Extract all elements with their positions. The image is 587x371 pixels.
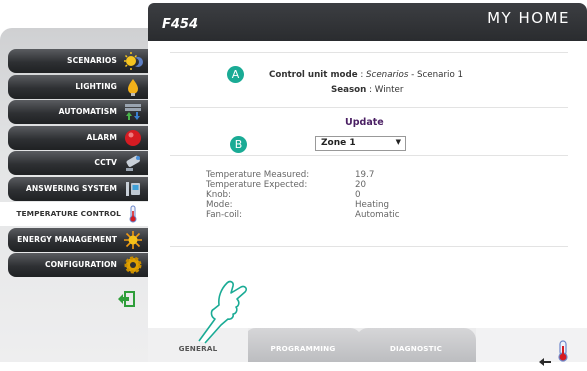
reading-value: 0 xyxy=(355,190,361,200)
reading-label: Temperature Expected: xyxy=(206,180,308,190)
tab-diagnostic[interactable]: DIAGNOSTIC xyxy=(356,328,476,362)
menu-item-cctv[interactable]: CCTV xyxy=(8,151,153,175)
scenarios-sun-icon xyxy=(123,51,143,71)
update-title[interactable]: Update xyxy=(345,117,384,128)
control-mode-value: Scenarios xyxy=(366,70,409,80)
control-mode-scenario: - Scenario 1 xyxy=(408,70,464,80)
thermometer-icon xyxy=(552,340,574,362)
control-mode-label: Control unit mode xyxy=(269,70,358,80)
callout-marker-b: B xyxy=(230,136,247,153)
menu-item-label: LIGHTING xyxy=(75,81,117,91)
season-info: Season : Winter xyxy=(331,85,404,95)
menu-item-label: ENERGY MANAGEMENT xyxy=(17,234,117,244)
divider xyxy=(170,52,568,53)
alarm-icon xyxy=(123,128,143,148)
main-menu: SCENARIOS LIGHTING AUTOMATISM ALARM CCTV… xyxy=(0,49,153,279)
chevron-down-icon: ▼ xyxy=(395,138,401,146)
reading-label: Temperature Measured: xyxy=(206,170,310,180)
zone-select[interactable]: Zone 1 ▼ xyxy=(315,136,406,151)
menu-item-answering-system[interactable]: ANSWERING SYSTEM xyxy=(8,176,153,201)
menu-item-label: ANSWERING SYSTEM xyxy=(25,183,117,193)
brand-logo: MY HOME xyxy=(487,9,570,27)
camera-icon xyxy=(123,153,143,173)
reading-label: Mode: xyxy=(206,200,233,210)
reading-value: Heating xyxy=(355,200,390,210)
menu-item-temperature-control[interactable]: TEMPERATURE CONTROL xyxy=(0,202,153,226)
menu-item-label: TEMPERATURE CONTROL xyxy=(16,209,121,218)
device-model: F454 xyxy=(162,17,199,32)
automatism-arrows-icon xyxy=(123,102,143,122)
control-unit-mode: Control unit mode : Scenarios - Scenario… xyxy=(269,70,464,80)
energy-icon xyxy=(123,230,143,250)
exit-icon[interactable] xyxy=(117,291,135,307)
thermometer-icon xyxy=(123,204,143,224)
menu-item-label: CONFIGURATION xyxy=(44,260,117,269)
callout-marker-a: A xyxy=(227,66,244,83)
reading-value: 20 xyxy=(355,180,367,190)
divider xyxy=(170,155,568,156)
menu-item-label: SCENARIOS xyxy=(67,56,117,65)
divider xyxy=(170,107,568,108)
season-label: Season xyxy=(331,85,367,95)
menu-item-alarm[interactable]: ALARM xyxy=(8,125,153,150)
menu-item-lighting[interactable]: LIGHTING xyxy=(8,74,153,99)
back-arrow-icon[interactable] xyxy=(538,352,552,366)
reading-value: 19.7 xyxy=(355,170,375,180)
divider xyxy=(170,246,568,247)
season-value: Winter xyxy=(374,85,404,95)
menu-item-label: ALARM xyxy=(86,132,117,142)
zone-select-value: Zone 1 xyxy=(321,138,356,148)
menu-item-scenarios[interactable]: SCENARIOS xyxy=(8,49,153,73)
menu-item-configuration[interactable]: CONFIGURATION xyxy=(8,253,153,277)
menu-item-automatism[interactable]: AUTOMATISM xyxy=(8,100,153,124)
gear-icon xyxy=(123,255,143,275)
hand-pointer-icon xyxy=(193,275,249,345)
menu-item-label: AUTOMATISM xyxy=(58,107,117,116)
menu-item-label: CCTV xyxy=(94,158,117,167)
menu-item-energy-management[interactable]: ENERGY MANAGEMENT xyxy=(8,227,153,252)
tab-programming[interactable]: PROGRAMMING xyxy=(244,328,362,362)
answering-icon xyxy=(123,179,143,199)
lightbulb-icon xyxy=(123,77,143,97)
reading-value: Automatic xyxy=(355,210,400,220)
reading-label: Knob: xyxy=(206,190,231,200)
reading-label: Fan-coil: xyxy=(206,210,243,220)
